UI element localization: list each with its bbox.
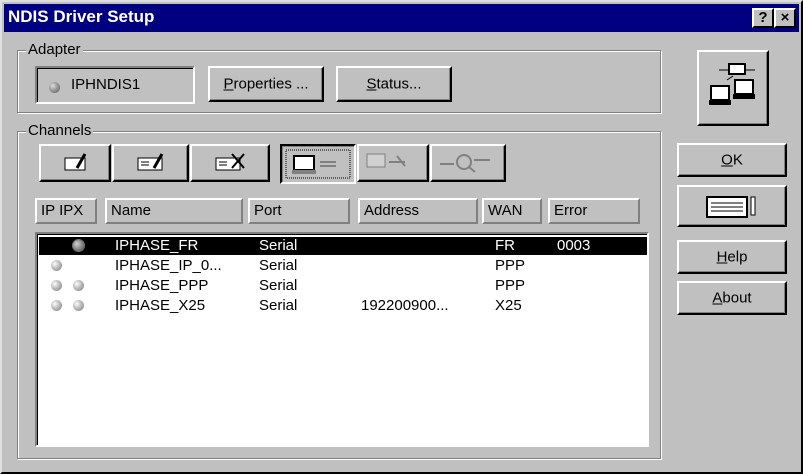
about-button[interactable]: About xyxy=(677,281,787,315)
column-header-wan[interactable]: WAN xyxy=(482,198,542,224)
monitor-icon xyxy=(440,154,490,173)
channel-row[interactable]: IPHASE_X25 Serial 192200900... X25 xyxy=(39,297,647,315)
adapter-name-field: IPHNDIS1 xyxy=(35,66,195,104)
column-header-name[interactable]: Name xyxy=(105,198,243,224)
channel-wan: X25 xyxy=(495,297,522,314)
properties-button[interactable]: Properties ... xyxy=(208,66,324,102)
about-accel: A xyxy=(712,289,723,307)
channel-name: IPHASE_IP_0... xyxy=(115,257,222,274)
channel-port: Serial xyxy=(259,277,298,294)
channel-row[interactable]: IPHASE_PPP Serial PPP xyxy=(39,277,647,295)
status-accel: S xyxy=(366,75,377,93)
ipx-status-icon xyxy=(73,300,84,311)
monitor-button[interactable] xyxy=(430,144,506,182)
help-question-button[interactable]: ? xyxy=(752,8,774,28)
delete-channel-icon xyxy=(215,153,245,171)
configuration-button[interactable] xyxy=(677,185,787,227)
disconnect-button[interactable] xyxy=(357,144,429,182)
channel-port: Serial xyxy=(259,257,298,274)
ipx-status-icon xyxy=(73,280,84,291)
channel-name: IPHASE_FR xyxy=(115,237,199,254)
ip-status-icon xyxy=(51,300,62,311)
network-computers-button[interactable] xyxy=(697,50,769,126)
channel-name: IPHASE_X25 xyxy=(115,297,206,314)
close-button[interactable]: × xyxy=(774,8,796,28)
network-computers-icon xyxy=(709,63,755,105)
edit-channel-icon xyxy=(137,153,164,171)
channel-wan: FR xyxy=(495,237,515,254)
channels-group-label: Channels xyxy=(26,122,94,139)
help-accel: H xyxy=(716,248,728,266)
channel-port: Serial xyxy=(259,237,298,254)
add-channel-button[interactable] xyxy=(39,144,111,182)
add-channel-icon xyxy=(64,153,87,171)
channel-list[interactable]: IPHASE_FR Serial FR 0003 IPHASE_IP_0... … xyxy=(35,232,649,447)
about-label: bout xyxy=(722,289,752,307)
adapter-status-led-icon xyxy=(49,82,60,93)
channel-wan: PPP xyxy=(495,277,526,294)
connect-button[interactable] xyxy=(280,144,356,184)
disconnect-icon xyxy=(366,153,406,168)
ok-label: K xyxy=(732,151,743,169)
connect-icon xyxy=(285,149,351,179)
properties-label: roperties ... xyxy=(233,75,309,93)
ip-status-icon xyxy=(51,280,62,291)
delete-channel-button[interactable] xyxy=(190,144,270,182)
channel-name: IPHASE_PPP xyxy=(115,277,209,294)
properties-accel: P xyxy=(223,75,234,93)
ok-accel: O xyxy=(721,151,733,169)
channel-address: 192200900... xyxy=(361,297,449,314)
title-bar[interactable]: NDIS Driver Setup ? × xyxy=(4,4,799,32)
adapter-group-label: Adapter xyxy=(26,41,83,58)
ipx-status-icon xyxy=(73,240,84,251)
configuration-icon xyxy=(706,196,756,218)
ok-button[interactable]: OK xyxy=(677,143,787,177)
help-button[interactable]: Help xyxy=(677,240,787,274)
status-label: tatus... xyxy=(376,75,422,93)
column-header-ip-ipx[interactable]: IP IPX xyxy=(35,198,97,224)
channel-error: 0003 xyxy=(557,237,591,254)
edit-channel-button[interactable] xyxy=(112,144,189,182)
column-header-error[interactable]: Error xyxy=(548,198,640,224)
channel-row[interactable]: IPHASE_FR Serial FR 0003 xyxy=(39,237,647,255)
channel-wan: PPP xyxy=(495,257,526,274)
window-title: NDIS Driver Setup xyxy=(8,7,155,26)
help-label: elp xyxy=(727,248,748,266)
ip-status-icon xyxy=(51,260,62,271)
column-header-address[interactable]: Address xyxy=(358,198,478,224)
status-button[interactable]: Status... xyxy=(336,66,452,102)
channel-port: Serial xyxy=(259,297,298,314)
adapter-name: IPHNDIS1 xyxy=(71,76,141,93)
column-header-port[interactable]: Port xyxy=(248,198,350,224)
dialog-window: NDIS Driver Setup ? × Adapter IPHNDIS1 P… xyxy=(0,0,803,474)
channel-row[interactable]: IPHASE_IP_0... Serial PPP xyxy=(39,257,647,275)
